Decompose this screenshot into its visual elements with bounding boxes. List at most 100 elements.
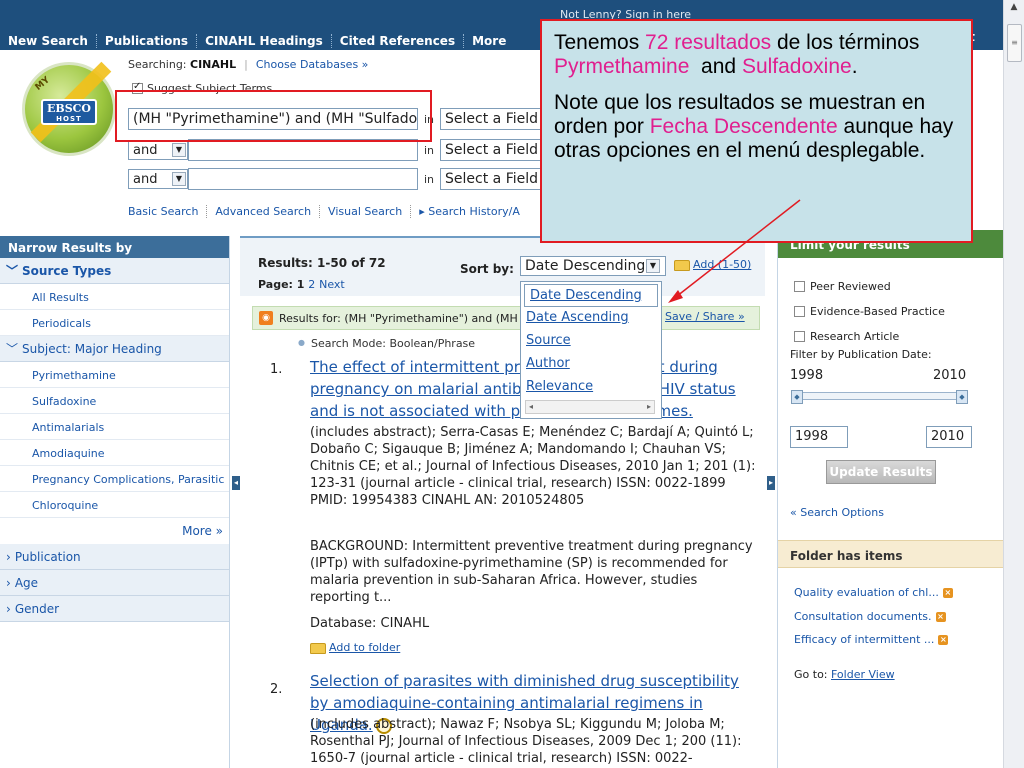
facet-gender[interactable]: › Gender bbox=[0, 596, 229, 622]
field-select-3[interactable]: Select a Field bbox=[440, 168, 551, 190]
nav-publications[interactable]: Publications bbox=[97, 34, 198, 48]
facet-item-amodiaquine[interactable]: Amodiaquine bbox=[0, 440, 229, 466]
save-share-link[interactable]: Save / Share » bbox=[663, 310, 745, 323]
search-options-link[interactable]: « Search Options bbox=[790, 506, 884, 519]
chevron-down-icon: ﹀ bbox=[6, 342, 19, 356]
chevron-down-icon: ▼ bbox=[172, 172, 186, 186]
chevron-right-icon: › bbox=[6, 549, 11, 564]
scroll-thumb[interactable]: ≡ bbox=[1007, 24, 1022, 62]
sort-option-date-ascending[interactable]: Date Ascending bbox=[521, 307, 661, 330]
add-to-folder-link[interactable]: Add to folder bbox=[310, 641, 400, 654]
logo-my-text: MY bbox=[33, 75, 52, 93]
boolean-select-2[interactable]: and ▼ bbox=[128, 140, 188, 160]
evidence-based-checkbox[interactable] bbox=[794, 306, 805, 317]
update-results-button[interactable]: Update Results bbox=[826, 460, 936, 484]
remove-icon[interactable]: × bbox=[935, 611, 946, 622]
facet-publication[interactable]: › Publication bbox=[0, 544, 229, 570]
callout-highlight: Pyrmethamine bbox=[554, 55, 690, 78]
sort-option-date-descending[interactable]: Date Descending bbox=[524, 284, 658, 307]
result-number: 1. bbox=[270, 362, 283, 377]
nav-new-search[interactable]: New Search bbox=[0, 34, 97, 48]
main-nav: New Search Publications CINAHL Headings … bbox=[0, 32, 514, 50]
callout-highlight: Fecha Descendente bbox=[649, 115, 838, 138]
folder-item-label[interactable]: Quality evaluation of chl... bbox=[794, 586, 939, 599]
folder-view-link[interactable]: Folder View bbox=[831, 668, 895, 681]
folder-item-label[interactable]: Efficacy of intermittent ... bbox=[794, 633, 934, 646]
facet-age[interactable]: › Age bbox=[0, 570, 229, 596]
nav-cited-references[interactable]: Cited References bbox=[332, 34, 465, 48]
database-name: CINAHL bbox=[190, 58, 237, 71]
boolean-select-3[interactable]: and ▼ bbox=[128, 169, 188, 189]
year-from-input[interactable]: 1998 bbox=[790, 426, 848, 448]
nav-cinahl-headings[interactable]: CINAHL Headings bbox=[197, 34, 332, 48]
chevron-down-icon: ▼ bbox=[646, 259, 660, 273]
nav-more[interactable]: More bbox=[464, 34, 514, 48]
sort-option-relevance[interactable]: Relevance bbox=[521, 376, 661, 399]
page-label: Page: 1 bbox=[258, 278, 305, 291]
facet-item-pyrimethamine[interactable]: Pyrimethamine bbox=[0, 362, 229, 388]
next-page-link[interactable]: Next bbox=[319, 278, 345, 291]
searching-label: Searching: bbox=[128, 58, 187, 71]
callout-paragraph-1: Tenemos 72 resultados de los términos Py… bbox=[554, 31, 959, 79]
slider-end-handle[interactable]: ◆ bbox=[956, 390, 968, 404]
rss-icon[interactable]: ◉ bbox=[259, 311, 273, 325]
facet-item-pregnancy-complications[interactable]: Pregnancy Complications, Parasitic bbox=[0, 466, 229, 492]
sort-select[interactable]: Date Descending ▼ bbox=[520, 256, 666, 276]
facet-item-chloroquine[interactable]: Chloroquine bbox=[0, 492, 229, 518]
callout-highlight: 72 resultados bbox=[645, 31, 772, 54]
facet-item-all-results[interactable]: All Results bbox=[0, 284, 229, 310]
facet-label: Source Types bbox=[22, 263, 112, 278]
sort-value: Date Descending bbox=[525, 258, 646, 274]
folder-item-3[interactable]: Efficacy of intermittent ... × bbox=[794, 633, 949, 646]
remove-icon[interactable]: × bbox=[942, 587, 953, 598]
facet-source-types[interactable]: ﹀ Source Types bbox=[0, 258, 229, 284]
limit-peer-reviewed[interactable]: Peer Reviewed bbox=[794, 280, 891, 293]
field-select-1[interactable]: Select a Field bbox=[440, 108, 551, 130]
limit-research-article[interactable]: Research Article bbox=[794, 330, 899, 343]
peer-reviewed-checkbox[interactable] bbox=[794, 281, 805, 292]
results-count: Results: 1-50 of 72 bbox=[258, 256, 386, 270]
visual-search-link[interactable]: Visual Search bbox=[320, 205, 412, 218]
research-article-checkbox[interactable] bbox=[794, 331, 805, 342]
sort-option-source[interactable]: Source bbox=[521, 330, 661, 353]
date-range-slider[interactable]: ◆ ◆ bbox=[791, 390, 968, 404]
limit-results-sidebar: Limit your results Peer Reviewed Evidenc… bbox=[777, 230, 1004, 768]
arrow-right-icon: ▸ bbox=[646, 402, 651, 411]
facet-subject-major-heading[interactable]: ﹀ Subject: Major Heading bbox=[0, 336, 229, 362]
callout-text: de los términos bbox=[771, 31, 920, 54]
folder-item-1[interactable]: Quality evaluation of chl... × bbox=[794, 586, 953, 599]
limit-evidence-based[interactable]: Evidence-Based Practice bbox=[794, 305, 945, 318]
field-select-2[interactable]: Select a Field bbox=[440, 139, 551, 161]
advanced-search-link[interactable]: Advanced Search bbox=[207, 205, 321, 218]
search-input-2[interactable] bbox=[188, 139, 418, 161]
logo-host: HOST bbox=[56, 115, 82, 123]
in-label: in bbox=[424, 172, 435, 186]
collapse-left-icon[interactable]: ◂ bbox=[232, 476, 240, 490]
page-2-link[interactable]: 2 bbox=[308, 278, 315, 291]
facet-item-periodicals[interactable]: Periodicals bbox=[0, 310, 229, 336]
collapse-right-icon[interactable]: ▸ bbox=[767, 476, 775, 490]
search-input-3[interactable] bbox=[188, 168, 418, 190]
annotation-callout: Tenemos 72 resultados de los términos Py… bbox=[540, 19, 973, 243]
folder-item-2[interactable]: Consultation documents. × bbox=[794, 610, 946, 623]
remove-icon[interactable]: × bbox=[938, 634, 949, 645]
choose-databases-link[interactable]: Choose Databases » bbox=[256, 58, 369, 71]
arrow-left-icon: ◂ bbox=[529, 402, 534, 411]
facet-item-antimalarials[interactable]: Antimalarials bbox=[0, 414, 229, 440]
scroll-up-icon[interactable]: ▲ bbox=[1006, 2, 1022, 18]
basic-search-link[interactable]: Basic Search bbox=[128, 205, 208, 218]
folder-item-label[interactable]: Consultation documents. bbox=[794, 610, 932, 623]
facet-item-sulfadoxine[interactable]: Sulfadoxine bbox=[0, 388, 229, 414]
result-citation: (includes abstract); Nawaz F; Nsobya SL;… bbox=[310, 717, 742, 766]
ebsco-host-logo[interactable]: MY EBSCO HOST bbox=[22, 61, 116, 156]
chevron-right-icon: › bbox=[6, 601, 11, 616]
year-to-input[interactable]: 2010 bbox=[926, 426, 972, 448]
add-all-to-folder[interactable]: Add (1-50) bbox=[674, 258, 751, 271]
search-history-link[interactable]: ▸ Search History/A bbox=[411, 205, 528, 218]
more-subjects-link[interactable]: More » bbox=[0, 518, 229, 544]
facet-label: Gender bbox=[14, 601, 60, 616]
slider-start-handle[interactable]: ◆ bbox=[791, 390, 803, 404]
page-scrollbar[interactable]: ▲ ≡ bbox=[1003, 0, 1024, 768]
dropdown-scrollbar[interactable]: ◂ ▸ bbox=[525, 400, 655, 414]
sort-option-author[interactable]: Author bbox=[521, 353, 661, 376]
